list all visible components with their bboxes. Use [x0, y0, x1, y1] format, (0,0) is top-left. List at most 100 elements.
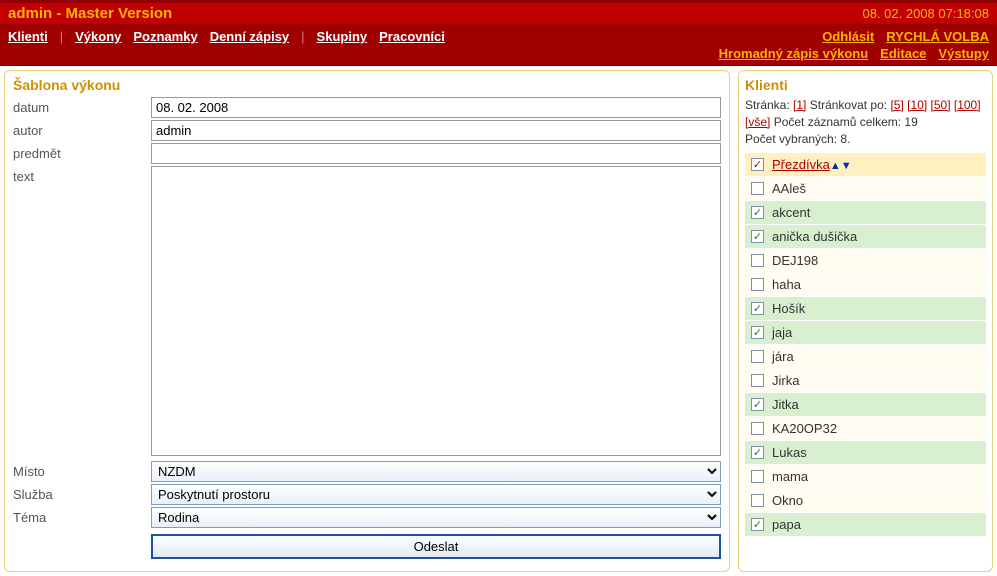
- client-checkbox[interactable]: ✓: [751, 446, 764, 459]
- label-tema: Téma: [13, 507, 151, 525]
- client-name: DEJ198: [772, 253, 818, 268]
- nav-hromadny-zapis[interactable]: Hromadný zápis výkonu: [719, 46, 869, 61]
- client-checkbox[interactable]: [751, 494, 764, 507]
- client-name: Lukas: [772, 445, 807, 460]
- client-name: Jirka: [772, 373, 799, 388]
- client-checkbox[interactable]: [751, 278, 764, 291]
- nav-right: Odhlásit RYCHLÁ VOLBA Hromadný zápis výk…: [719, 29, 989, 61]
- client-name: papa: [772, 517, 801, 532]
- client-row[interactable]: haha: [745, 273, 986, 297]
- client-name: jaja: [772, 325, 792, 340]
- page-current[interactable]: [1]: [793, 98, 806, 112]
- client-name: KA20OP32: [772, 421, 837, 436]
- client-name: AAleš: [772, 181, 806, 196]
- client-name: mama: [772, 469, 808, 484]
- client-checkbox[interactable]: ✓: [751, 326, 764, 339]
- column-prezdivka[interactable]: Přezdívka: [772, 157, 830, 172]
- client-checkbox[interactable]: [751, 350, 764, 363]
- nav-pracovnici[interactable]: Pracovníci: [379, 29, 445, 44]
- client-checkbox[interactable]: [751, 182, 764, 195]
- client-row[interactable]: ✓ jaja: [745, 321, 986, 345]
- client-row[interactable]: KA20OP32: [745, 417, 986, 441]
- client-name: anička dušička: [772, 229, 857, 244]
- label-sluzba: Služba: [13, 484, 151, 502]
- nav-editace[interactable]: Editace: [880, 46, 926, 61]
- client-name: Hošík: [772, 301, 805, 316]
- client-row[interactable]: DEJ198: [745, 249, 986, 273]
- client-checkbox[interactable]: [751, 470, 764, 483]
- input-predmet[interactable]: [151, 143, 721, 164]
- client-checkbox[interactable]: ✓: [751, 230, 764, 243]
- sort-arrows[interactable]: ▲▼: [830, 160, 852, 172]
- client-row[interactable]: ✓ Lukas: [745, 441, 986, 465]
- select-all-checkbox[interactable]: ✓: [751, 158, 764, 171]
- client-row[interactable]: Jirka: [745, 369, 986, 393]
- client-row[interactable]: mama: [745, 465, 986, 489]
- selected-label: Počet vybraných:: [745, 132, 837, 146]
- top-bar: admin - Master Version 08. 02. 2008 07:1…: [0, 0, 997, 66]
- select-misto[interactable]: NZDM: [151, 461, 721, 482]
- per-page-all[interactable]: [vše]: [745, 115, 770, 129]
- input-autor[interactable]: [151, 120, 721, 141]
- input-datum[interactable]: [151, 97, 721, 118]
- label-text: text: [13, 166, 151, 184]
- nav-skupiny[interactable]: Skupiny: [317, 29, 368, 44]
- client-name: akcent: [772, 205, 810, 220]
- nav-separator: |: [301, 29, 304, 44]
- title-row: admin - Master Version 08. 02. 2008 07:1…: [0, 3, 997, 24]
- client-checkbox[interactable]: [751, 254, 764, 267]
- app-title: admin - Master Version: [8, 5, 172, 22]
- client-row[interactable]: AAleš: [745, 177, 986, 201]
- label-datum: datum: [13, 97, 151, 115]
- client-checkbox[interactable]: ✓: [751, 302, 764, 315]
- per-page-10[interactable]: [10]: [907, 98, 927, 112]
- client-checkbox[interactable]: [751, 422, 764, 435]
- total-label: Počet záznamů celkem:: [774, 115, 901, 129]
- submit-button[interactable]: Odeslat: [151, 534, 721, 559]
- client-row[interactable]: jára: [745, 345, 986, 369]
- select-tema[interactable]: Rodina: [151, 507, 721, 528]
- per-page-5[interactable]: [5]: [890, 98, 903, 112]
- nav-odhlasit[interactable]: Odhlásit: [822, 29, 874, 44]
- selected-value: 8.: [840, 132, 850, 146]
- label-autor: autor: [13, 120, 151, 138]
- client-name: haha: [772, 277, 801, 292]
- nav-vystupy[interactable]: Výstupy: [938, 46, 989, 61]
- client-row[interactable]: ✓ papa: [745, 513, 986, 537]
- client-row[interactable]: Okno: [745, 489, 986, 513]
- nav-poznamky[interactable]: Poznamky: [133, 29, 197, 44]
- client-checkbox[interactable]: [751, 374, 764, 387]
- total-value: 19: [904, 115, 917, 129]
- client-row[interactable]: ✓ Hošík: [745, 297, 986, 321]
- nav-left: Klienti | Výkony Poznamky Denní zápisy |…: [8, 29, 445, 61]
- client-row[interactable]: ✓ Jitka: [745, 393, 986, 417]
- client-name: jára: [772, 349, 794, 364]
- client-list-header: ✓ Přezdívka▲▼: [745, 153, 986, 177]
- per-page-100[interactable]: [100]: [954, 98, 981, 112]
- main-area: Šablona výkonu datum autor predmět text …: [0, 66, 997, 576]
- nav-rychla-volba[interactable]: RYCHLÁ VOLBA: [886, 29, 989, 44]
- form-title: Šablona výkonu: [13, 77, 721, 93]
- clients-title: Klienti: [745, 77, 986, 93]
- select-sluzba[interactable]: Poskytnutí prostoru: [151, 484, 721, 505]
- nav-vykony[interactable]: Výkony: [75, 29, 121, 44]
- per-page-label: Stránkovat po:: [810, 98, 887, 112]
- page-label: Stránka:: [745, 98, 790, 112]
- nav-klienti[interactable]: Klienti: [8, 29, 48, 44]
- clients-panel: Klienti Stránka: [1] Stránkovat po: [5] …: [738, 70, 993, 572]
- nav-denni-zapisy[interactable]: Denní zápisy: [210, 29, 289, 44]
- client-name: Jitka: [772, 397, 799, 412]
- datetime: 08. 02. 2008 07:18:08: [862, 6, 989, 21]
- client-checkbox[interactable]: ✓: [751, 206, 764, 219]
- nav-separator: |: [60, 29, 63, 44]
- client-checkbox[interactable]: ✓: [751, 518, 764, 531]
- client-row[interactable]: ✓ anička dušička: [745, 225, 986, 249]
- clients-info: Stránka: [1] Stránkovat po: [5] [10] [50…: [745, 97, 986, 147]
- nav-row: Klienti | Výkony Poznamky Denní zápisy |…: [0, 24, 997, 66]
- per-page-50[interactable]: [50]: [931, 98, 951, 112]
- textarea-text[interactable]: [151, 166, 721, 456]
- client-list: ✓ Přezdívka▲▼ AAleš ✓ akcent ✓ anička dušičk…: [745, 153, 986, 537]
- client-row[interactable]: ✓ akcent: [745, 201, 986, 225]
- client-name: Okno: [772, 493, 803, 508]
- client-checkbox[interactable]: ✓: [751, 398, 764, 411]
